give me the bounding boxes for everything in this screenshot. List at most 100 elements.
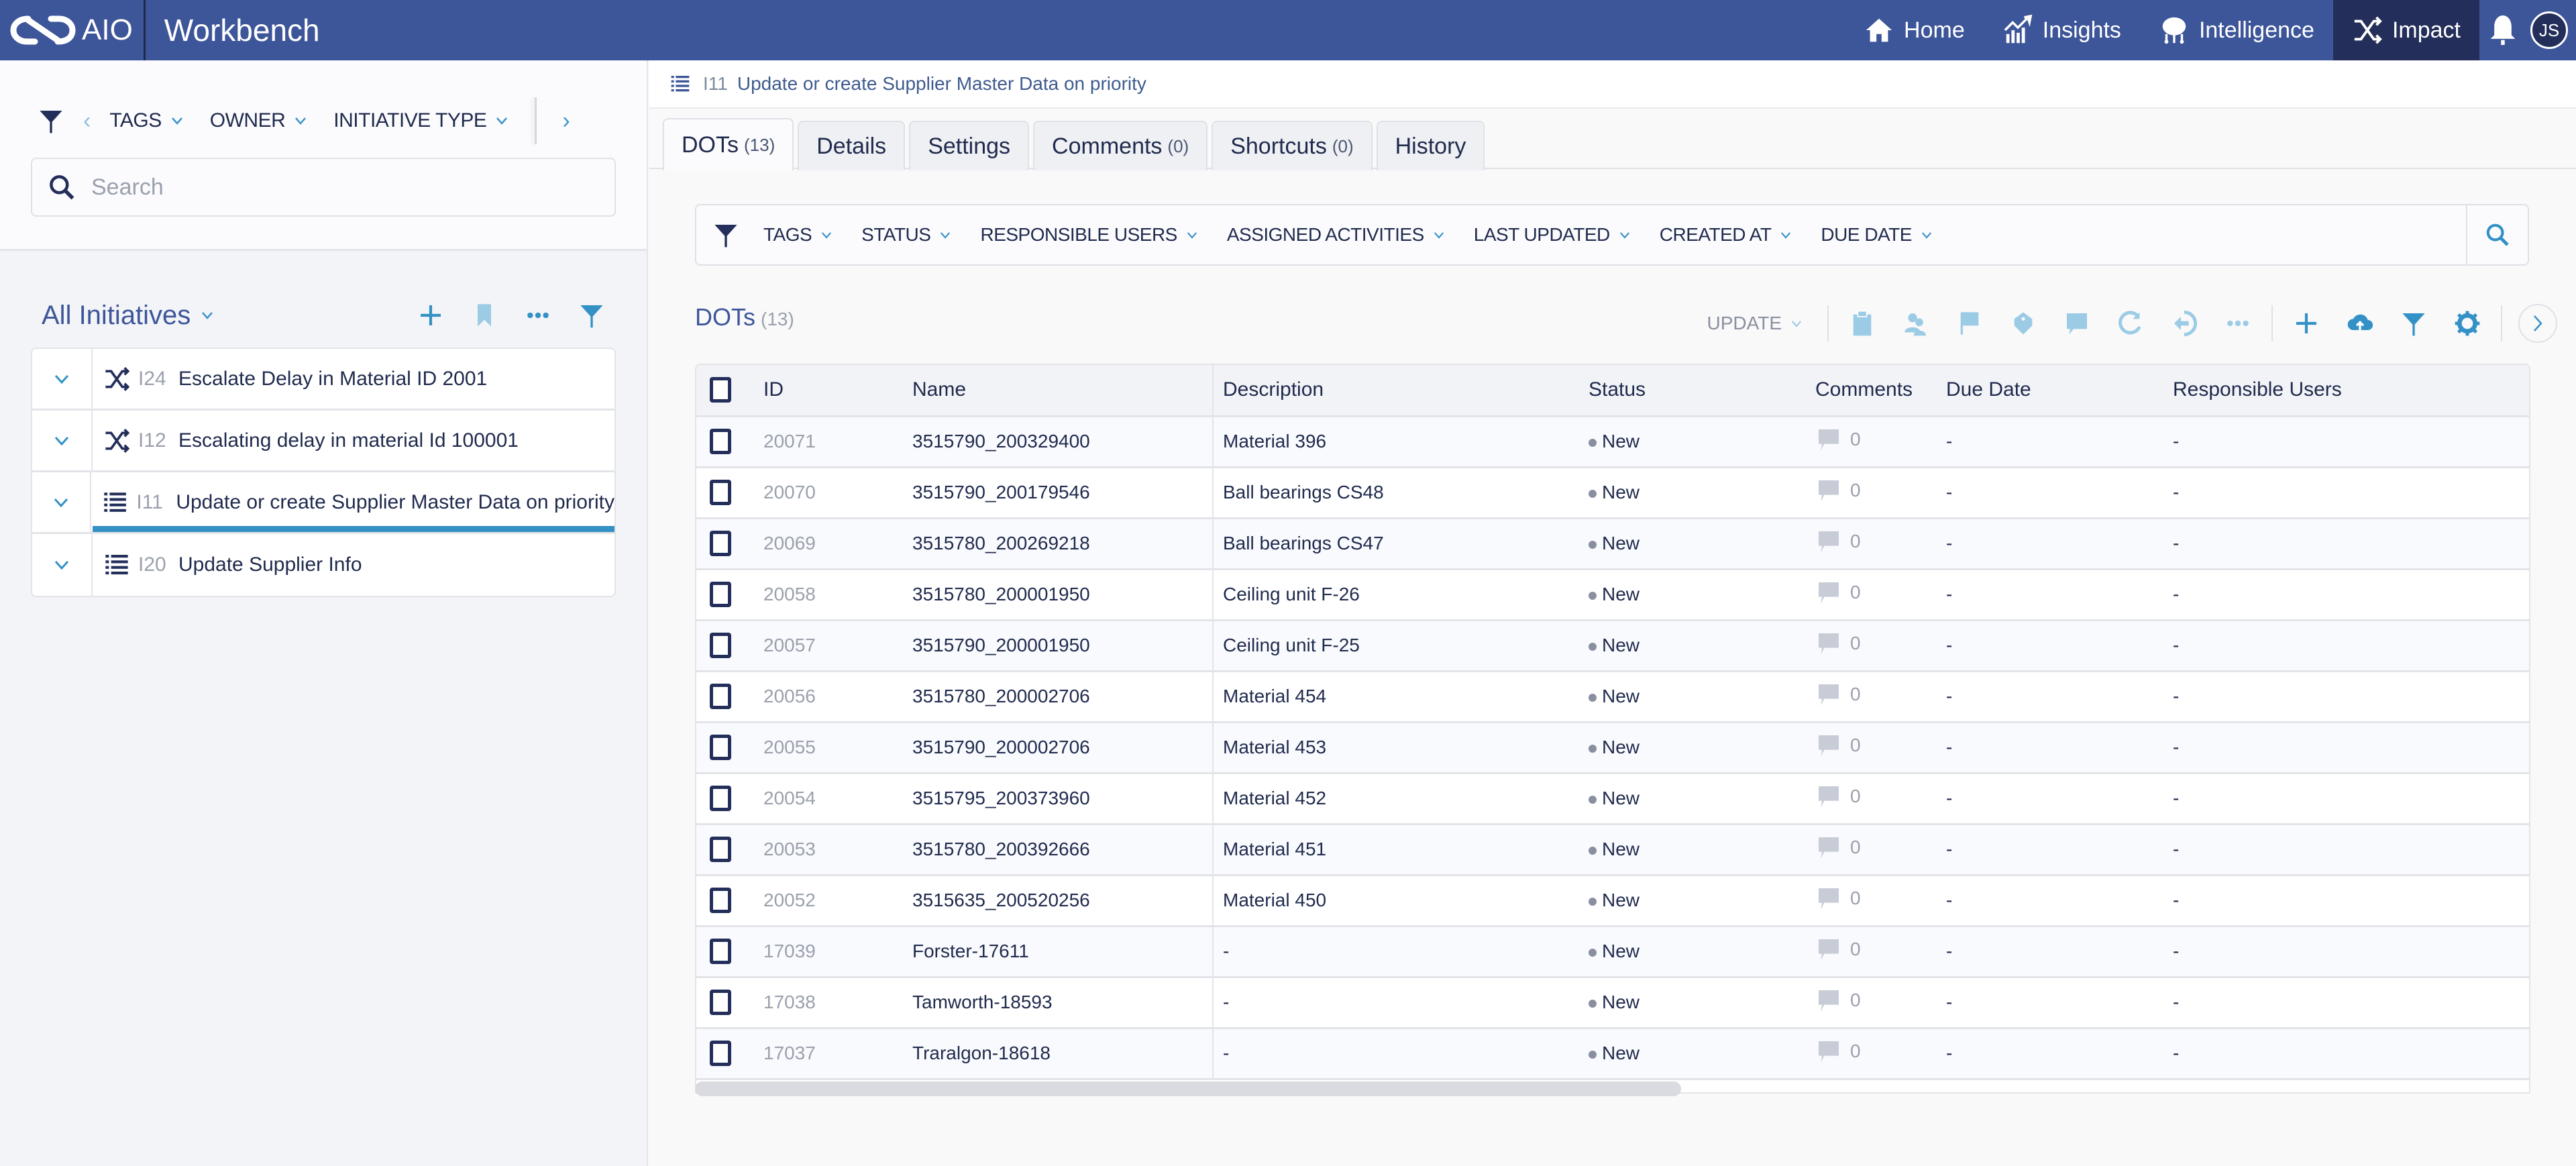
nav-intelligence[interactable]: Intelligence	[2140, 0, 2333, 60]
dot-comments-cell[interactable]: 0	[1815, 416, 1946, 468]
column-header-name[interactable]: Name	[912, 365, 1214, 417]
tab-shortcuts[interactable]: Shortcuts (0)	[1212, 121, 1373, 170]
add-initiative-button[interactable]	[404, 302, 458, 329]
notifications-button[interactable]	[2479, 0, 2526, 60]
row-checkbox[interactable]	[710, 582, 731, 607]
row-checkbox[interactable]	[710, 786, 731, 811]
dot-name[interactable]: 3515780_200002706	[912, 671, 1214, 723]
row-checkbox[interactable]	[710, 633, 731, 658]
tab-details[interactable]: Details	[798, 121, 906, 170]
upload-button[interactable]	[2333, 297, 2387, 350]
table-row[interactable]: 20055 3515790_200002706 Material 453 New 0 - -	[696, 722, 2529, 774]
dot-name[interactable]: Tamworth-18593	[912, 977, 1214, 1029]
expand-button[interactable]	[32, 534, 93, 596]
nav-insights[interactable]: Insights	[1984, 0, 2140, 60]
filter-initiative-type[interactable]: INITIATIVE TYPE	[333, 109, 508, 132]
assign-users-button[interactable]	[1889, 297, 1943, 350]
more-actions-button[interactable]	[2211, 297, 2265, 350]
filter-created-at[interactable]: CREATED AT	[1660, 224, 1792, 246]
select-all-checkbox[interactable]	[710, 377, 731, 403]
dot-name[interactable]: 3515795_200373960	[912, 773, 1214, 825]
dot-name[interactable]: 3515780_200001950	[912, 569, 1214, 621]
scroll-left-button[interactable]: ‹	[64, 108, 109, 134]
row-checkbox[interactable]	[710, 939, 731, 964]
dot-comments-cell[interactable]: 0	[1815, 1028, 1946, 1080]
dot-comments-cell[interactable]: 0	[1815, 875, 1946, 927]
row-checkbox[interactable]	[710, 480, 731, 505]
dot-comments-cell[interactable]: 0	[1815, 977, 1946, 1029]
table-row[interactable]: 20053 3515780_200392666 Material 451 New 0 - -	[696, 824, 2529, 876]
filter-status[interactable]: STATUS	[861, 224, 951, 246]
column-header-status[interactable]: Status	[1589, 365, 1815, 417]
scroll-right-button[interactable]: ›	[543, 108, 588, 134]
search-input[interactable]	[91, 174, 601, 201]
dot-name[interactable]: 3515790_200329400	[912, 416, 1214, 468]
initiative-item[interactable]: I12 Escalating delay in material Id 1000…	[32, 409, 614, 472]
initiatives-view-selector[interactable]: All Initiatives	[42, 301, 191, 331]
dots-search-button[interactable]	[2466, 205, 2528, 264]
dot-name[interactable]: 3515780_200392666	[912, 824, 1214, 876]
tab-history[interactable]: History	[1376, 121, 1485, 170]
dot-comments-cell[interactable]: 0	[1815, 518, 1946, 570]
filter-due-date[interactable]: DUE DATE	[1821, 224, 1932, 246]
tab-dots[interactable]: DOTs (13)	[663, 118, 794, 170]
row-checkbox[interactable]	[710, 684, 731, 709]
filter-icon[interactable]	[712, 221, 739, 248]
assign-activity-button[interactable]	[1835, 297, 1889, 350]
column-header-comments[interactable]: Comments	[1815, 365, 1946, 417]
row-checkbox[interactable]	[710, 735, 731, 760]
comment-button[interactable]	[2050, 297, 2104, 350]
row-checkbox[interactable]	[710, 1041, 731, 1066]
table-row[interactable]: 20057 3515790_200001950 Ceiling unit F-25 N…	[696, 620, 2529, 672]
expand-panel-button[interactable]	[2518, 304, 2557, 343]
more-options-button[interactable]	[511, 302, 565, 329]
filter-dots-button[interactable]	[2387, 297, 2440, 350]
dot-comments-cell[interactable]: 0	[1815, 569, 1946, 621]
filter-responsible-users[interactable]: RESPONSIBLE USERS	[980, 224, 1197, 246]
dot-name[interactable]: Forster-17611	[912, 926, 1214, 978]
brand[interactable]: AIO Workbench	[0, 0, 320, 60]
filter-owner[interactable]: OWNER	[210, 109, 307, 132]
dot-name[interactable]: 3515635_200520256	[912, 875, 1214, 927]
dot-name[interactable]: Traralgon-18618	[912, 1028, 1214, 1080]
expand-button[interactable]	[32, 471, 92, 533]
row-checkbox[interactable]	[710, 429, 731, 454]
move-button[interactable]	[2157, 297, 2211, 350]
dot-comments-cell[interactable]: 0	[1815, 620, 1946, 672]
refresh-button[interactable]	[2104, 297, 2157, 350]
initiative-item-selected[interactable]: I11 Update or create Supplier Master Dat…	[32, 471, 614, 534]
expand-button[interactable]	[32, 349, 93, 410]
filter-assigned-activities[interactable]: ASSIGNED ACTIVITIES	[1227, 224, 1444, 246]
table-row[interactable]: 20070 3515790_200179546 Ball bearings CS48…	[696, 467, 2529, 519]
initiatives-search[interactable]	[31, 158, 616, 217]
row-checkbox[interactable]	[710, 990, 731, 1015]
column-header-responsible-users[interactable]: Responsible Users	[2173, 365, 2475, 417]
dot-comments-cell[interactable]: 0	[1815, 722, 1946, 774]
add-dot-button[interactable]	[2279, 297, 2333, 350]
dot-comments-cell[interactable]: 0	[1815, 773, 1946, 825]
initiative-item[interactable]: I20 Update Supplier Info	[32, 534, 614, 596]
column-header-id[interactable]: ID	[763, 365, 912, 417]
dot-comments-cell[interactable]: 0	[1815, 467, 1946, 519]
tag-button[interactable]	[1996, 297, 2050, 350]
table-row[interactable]: 17039Forster-17611-New0---	[696, 926, 2529, 978]
filter-tags[interactable]: TAGS	[109, 109, 182, 132]
tab-settings[interactable]: Settings	[909, 121, 1030, 170]
initiative-item[interactable]: I24 Escalate Delay in Material ID 2001	[32, 349, 614, 411]
table-row[interactable]: 20071 3515790_200329400 Material 396 New 0- -…	[696, 416, 2529, 468]
chevron-down-icon[interactable]	[201, 311, 213, 319]
row-checkbox[interactable]	[710, 531, 731, 556]
table-row[interactable]: 20054 3515795_200373960 Material 452 New 0 - -	[696, 773, 2529, 825]
dot-comments-cell[interactable]: 0	[1815, 671, 1946, 723]
table-row[interactable]: 20058 3515780_200001950 Ceiling unit F-26 N…	[696, 569, 2529, 621]
dot-comments-cell[interactable]: 0	[1815, 824, 1946, 876]
row-checkbox[interactable]	[710, 837, 731, 862]
dot-name[interactable]: 3515780_200269218	[912, 518, 1214, 570]
tab-comments[interactable]: Comments (0)	[1033, 121, 1208, 170]
bookmark-button[interactable]	[458, 302, 511, 329]
table-row[interactable]: 20069 3515780_200269218 Ball bearings CS47…	[696, 518, 2529, 570]
column-header-description[interactable]: Description	[1213, 365, 1589, 417]
filter-last-updated[interactable]: LAST UPDATED	[1474, 224, 1630, 246]
nav-home[interactable]: Home	[1845, 0, 1984, 60]
settings-button[interactable]	[2440, 297, 2494, 350]
